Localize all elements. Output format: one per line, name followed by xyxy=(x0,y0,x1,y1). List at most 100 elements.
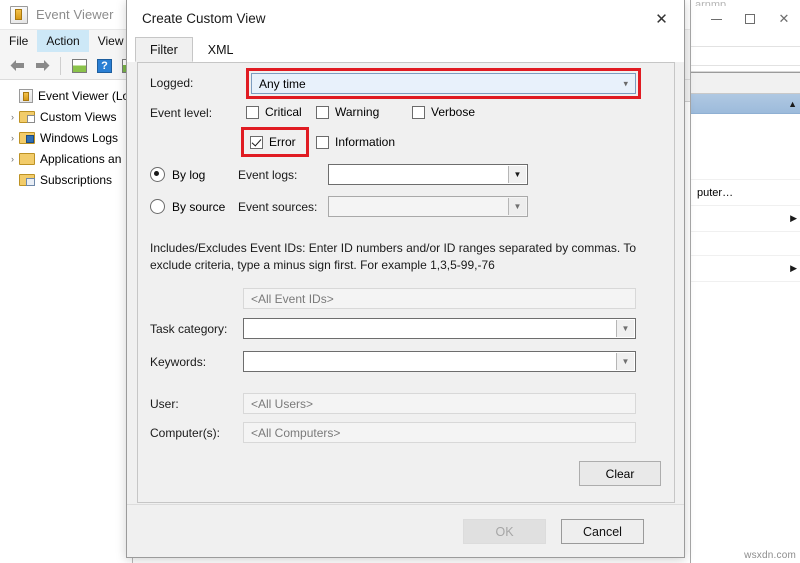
dialog-footer: OK Cancel xyxy=(127,504,684,557)
checkbox-box xyxy=(316,106,329,119)
tree-item-windows-logs[interactable]: › Windows Logs xyxy=(0,127,132,148)
chevron-up-icon[interactable]: ▲ xyxy=(788,99,797,109)
close-button[interactable]: ✕ xyxy=(767,6,800,32)
chevron-right-icon[interactable]: ▶ xyxy=(790,263,797,274)
filter-panel: Logged: Any time ▾ Event level: Critical… xyxy=(137,62,675,503)
keywords-select[interactable]: ▼ xyxy=(243,351,636,372)
ok-button[interactable]: OK xyxy=(463,519,546,544)
actions-pane: ▲ puter… ▶ ▶ xyxy=(691,94,800,563)
actions-pane-header xyxy=(691,72,800,94)
checkbox-critical[interactable]: Critical xyxy=(246,105,302,119)
chevron-right-icon[interactable]: ▶ xyxy=(790,213,797,224)
toolbar-separator xyxy=(60,57,61,75)
checkbox-box xyxy=(246,106,259,119)
help-icon[interactable]: ? xyxy=(93,56,115,76)
checkbox-label: Information xyxy=(335,135,395,149)
properties-icon[interactable] xyxy=(68,56,90,76)
twisty[interactable]: › xyxy=(6,154,19,164)
task-category-select[interactable]: ▼ xyxy=(243,318,636,339)
list-item[interactable] xyxy=(691,136,800,160)
user-input[interactable]: <All Users> xyxy=(243,393,636,414)
checkbox-information[interactable]: Information xyxy=(316,135,395,149)
tab-filter[interactable]: Filter xyxy=(135,37,193,62)
list-item-label: puter… xyxy=(697,187,733,199)
menu-item-file[interactable]: File xyxy=(0,30,37,52)
checkbox-label: Critical xyxy=(265,105,302,119)
logged-label: Logged: xyxy=(150,76,193,90)
radio-label: By source xyxy=(172,200,225,214)
list-item[interactable]: ▶ xyxy=(691,206,800,232)
dialog-title: Create Custom View xyxy=(142,11,266,26)
event-ids-help-text: Includes/Excludes Event IDs: Enter ID nu… xyxy=(150,240,655,274)
folder-icon xyxy=(19,153,35,165)
radio-by-log[interactable]: By log xyxy=(150,167,205,182)
tree-item-event-viewer-local[interactable]: Event Viewer (Local xyxy=(0,85,132,106)
twisty[interactable]: › xyxy=(6,112,19,122)
dropdown-arrow-icon[interactable]: ▼ xyxy=(508,166,526,183)
task-category-label: Task category: xyxy=(150,322,227,336)
back-arrow-icon[interactable] xyxy=(6,56,28,76)
tree-item-label: Subscriptions xyxy=(40,173,112,187)
list-item[interactable]: ▶ xyxy=(691,256,800,282)
watermark: wsxdn.com xyxy=(744,550,796,561)
tree-item-subscriptions[interactable]: Subscriptions xyxy=(0,169,132,190)
checkbox-label: Error xyxy=(269,135,296,149)
event-sources-select[interactable]: ▼ xyxy=(328,196,528,217)
menu-item-action[interactable]: Action xyxy=(37,30,88,52)
event-ids-placeholder: <All Event IDs> xyxy=(251,292,334,306)
close-icon[interactable]: ✕ xyxy=(639,1,684,37)
tree-item-custom-views[interactable]: › Custom Views xyxy=(0,106,132,127)
clear-button[interactable]: Clear xyxy=(579,461,661,486)
folder-filter-icon xyxy=(19,111,35,123)
computers-input[interactable]: <All Computers> xyxy=(243,422,636,443)
event-sources-label: Event sources: xyxy=(238,200,317,214)
event-logs-label: Event logs: xyxy=(238,168,297,182)
event-viewer-icon xyxy=(10,6,28,24)
computers-label: Computer(s): xyxy=(150,426,220,440)
dialog-titlebar: Create Custom View ✕ xyxy=(127,0,684,37)
background-toolstrip xyxy=(691,32,800,72)
maximize-button[interactable] xyxy=(733,6,767,32)
minimize-button[interactable] xyxy=(699,6,733,32)
folder-subscriptions-icon xyxy=(19,174,35,186)
checkbox-error[interactable]: Error xyxy=(250,135,296,149)
tree-item-label: Applications an xyxy=(40,152,121,166)
forward-arrow-icon[interactable] xyxy=(31,56,53,76)
dropdown-arrow-icon[interactable]: ▼ xyxy=(616,353,634,370)
list-item[interactable] xyxy=(691,160,800,180)
checkbox-verbose[interactable]: Verbose xyxy=(412,105,475,119)
tree-item-applications-and-services[interactable]: › Applications an xyxy=(0,148,132,169)
folder-logs-icon xyxy=(19,132,35,144)
background-window: arnmp ✕ ▲ puter… ▶ ▶ xyxy=(690,0,800,563)
list-item[interactable]: puter… xyxy=(691,180,800,206)
chevron-down-icon[interactable]: ▾ xyxy=(623,78,628,89)
keywords-label: Keywords: xyxy=(150,355,206,369)
tab-xml[interactable]: XML xyxy=(193,37,249,62)
list-item[interactable] xyxy=(691,114,800,136)
twisty[interactable]: › xyxy=(6,133,19,143)
event-logs-select[interactable]: ▼ xyxy=(328,164,528,185)
list-item[interactable]: ▲ xyxy=(691,94,800,114)
navigation-tree[interactable]: Event Viewer (Local › Custom Views › Win… xyxy=(0,80,133,563)
user-placeholder: <All Users> xyxy=(251,397,313,411)
dropdown-arrow-icon: ▼ xyxy=(508,198,526,215)
list-item[interactable] xyxy=(691,232,800,256)
event-viewer-title: Event Viewer xyxy=(36,7,114,22)
dialog-tabs: Filter XML xyxy=(127,37,684,62)
radio-by-source[interactable]: By source xyxy=(150,199,225,214)
checkbox-box xyxy=(250,136,263,149)
checkbox-box xyxy=(316,136,329,149)
create-custom-view-dialog: Create Custom View ✕ Filter XML Logged: … xyxy=(126,0,685,558)
checkbox-label: Verbose xyxy=(431,105,475,119)
radio-circle xyxy=(150,167,165,182)
dropdown-arrow-icon[interactable]: ▼ xyxy=(616,320,634,337)
event-ids-input[interactable]: <All Event IDs> xyxy=(243,288,636,309)
tree-item-label: Event Viewer (Local xyxy=(38,89,132,103)
radio-circle xyxy=(150,199,165,214)
checkbox-warning[interactable]: Warning xyxy=(316,105,379,119)
computers-placeholder: <All Computers> xyxy=(251,426,340,440)
tree-item-label: Custom Views xyxy=(40,110,116,124)
cancel-button[interactable]: Cancel xyxy=(561,519,644,544)
logged-select[interactable]: Any time ▾ xyxy=(251,73,636,94)
checkbox-box xyxy=(412,106,425,119)
